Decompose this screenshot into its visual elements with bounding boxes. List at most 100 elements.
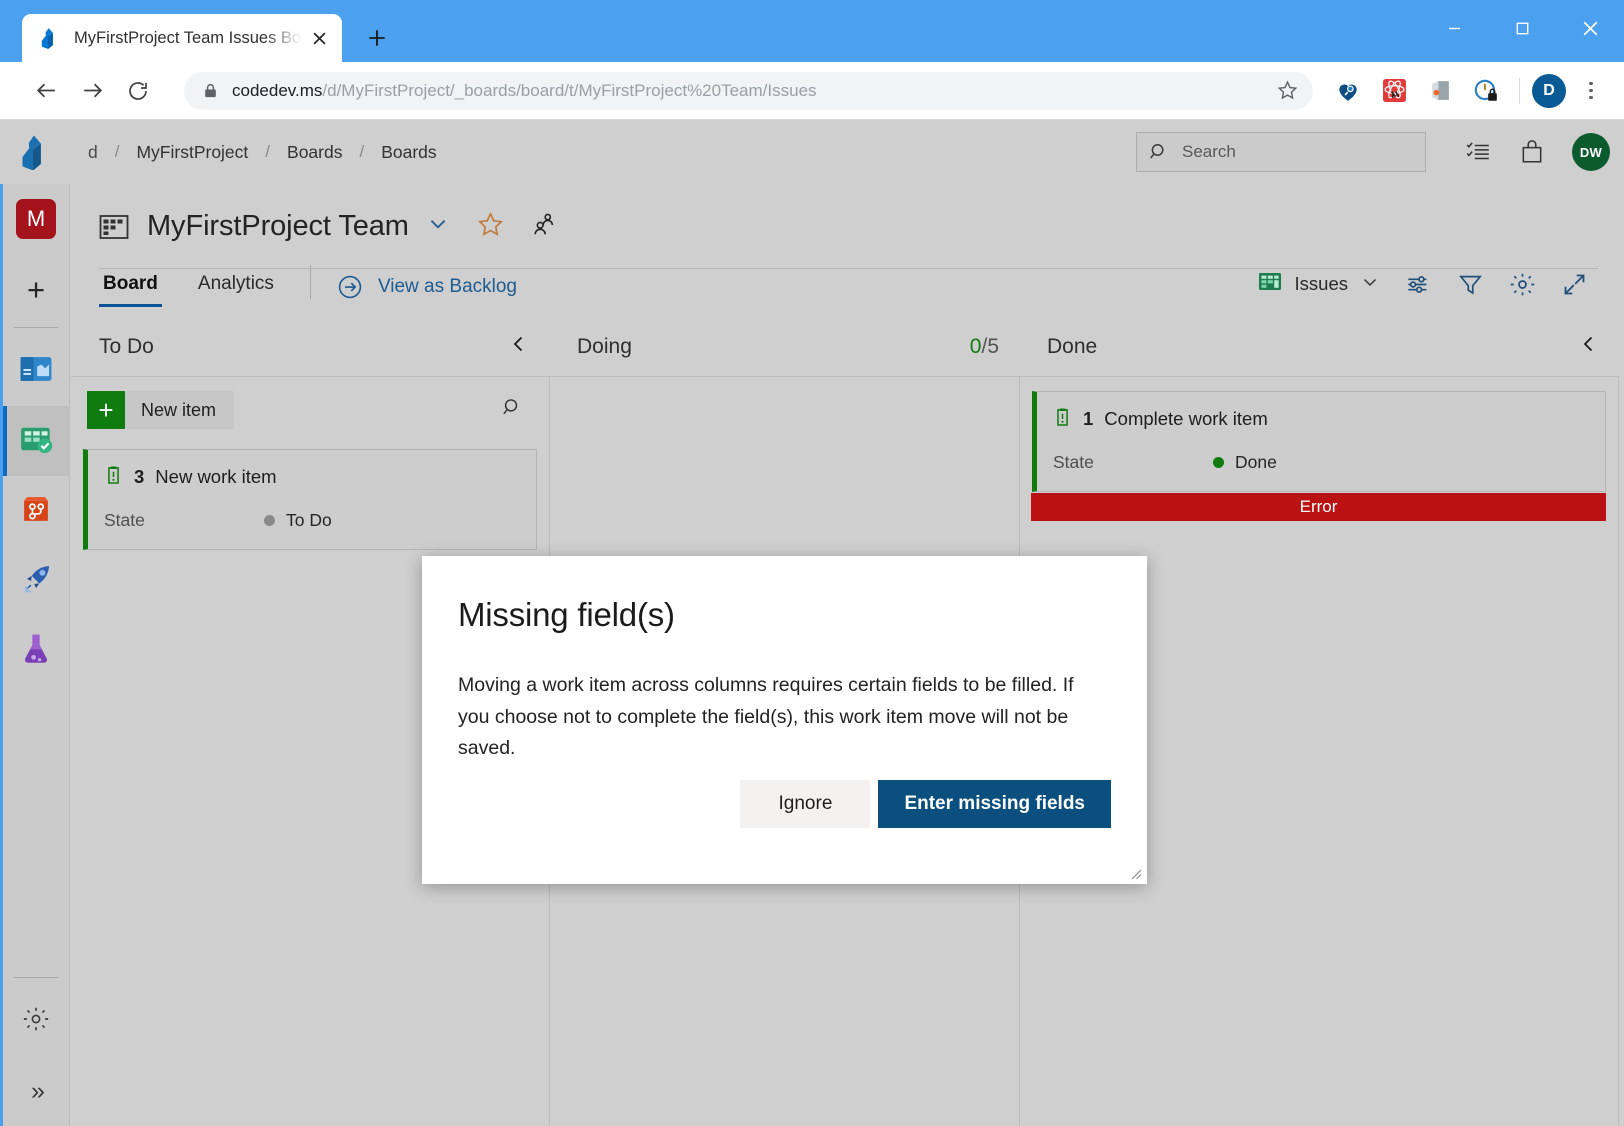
- breadcrumb-item-project[interactable]: MyFirstProject: [132, 142, 252, 163]
- card-field-label: State: [1053, 452, 1213, 473]
- missing-fields-dialog: Missing field(s) Moving a work item acro…: [422, 556, 1147, 884]
- dialog-actions: Ignore Enter missing fields: [740, 780, 1111, 828]
- privacy-badger-extension-icon[interactable]: [1465, 70, 1507, 112]
- enter-missing-fields-button[interactable]: Enter missing fields: [878, 780, 1111, 828]
- url-path: /d/MyFirstProject/_boards/board/t/MyFirs…: [322, 81, 816, 100]
- sidebar-add-button[interactable]: +: [3, 254, 70, 324]
- test-plans-flask-icon: [17, 630, 55, 673]
- heart-search-extension-icon[interactable]: [1327, 70, 1369, 112]
- column-collapse-chevron-left-icon[interactable]: [509, 334, 529, 360]
- window-close-button[interactable]: [1556, 0, 1624, 56]
- issue-icon: [104, 464, 123, 490]
- sidebar-item-overview[interactable]: [3, 336, 70, 406]
- url-host: codedev.ms: [232, 81, 322, 100]
- azdo-header-right: Search DW: [1136, 120, 1610, 184]
- sidebar-item-pipelines[interactable]: [3, 546, 70, 616]
- column-title: Done: [1047, 335, 1097, 359]
- column-search-icon[interactable]: [502, 397, 523, 423]
- issue-icon: [1053, 406, 1072, 432]
- marketplace-bag-icon[interactable]: [1508, 128, 1556, 176]
- resize-grip-icon[interactable]: [1126, 864, 1142, 880]
- browser-titlebar: MyFirstProject Team Issues Board: [0, 0, 1624, 62]
- tab-strip: MyFirstProject Team Issues Board: [0, 0, 398, 62]
- breadcrumb-item-page[interactable]: Boards: [377, 142, 440, 163]
- back-arrow-icon[interactable]: [26, 71, 66, 111]
- page-title: MyFirstProject Team: [147, 210, 409, 243]
- card-field-value: Done: [1213, 452, 1277, 473]
- sidebar-project-avatar[interactable]: M: [3, 184, 70, 254]
- search-placeholder: Search: [1182, 142, 1236, 162]
- breadcrumb-separator: /: [265, 142, 270, 162]
- sidebar-item-repos[interactable]: [3, 476, 70, 546]
- azure-devops-page: d / MyFirstProject / Boards / Boards Sea…: [0, 120, 1624, 1126]
- card-field-state: State Done: [1053, 452, 1587, 473]
- column-header: Doing 0/5: [549, 318, 1019, 376]
- new-item-label: New item: [141, 400, 216, 421]
- url-text: codedev.ms/d/MyFirstProject/_boards/boar…: [232, 81, 1267, 101]
- chevron-double-right-icon: »: [31, 1077, 41, 1106]
- user-avatar[interactable]: DW: [1572, 133, 1610, 171]
- column-wip-limit: 0/5: [970, 335, 999, 359]
- overview-icon: [17, 350, 55, 393]
- new-item-button[interactable]: + New item: [87, 391, 234, 429]
- sidebar-item-test-plans[interactable]: [3, 616, 70, 686]
- sidebar-item-project-settings[interactable]: [3, 986, 70, 1056]
- board-grid-icon: [99, 212, 129, 242]
- team-members-people-icon[interactable]: [530, 211, 556, 242]
- card-field-value: To Do: [264, 510, 332, 531]
- new-item-row: + New item: [71, 377, 549, 439]
- column-collapse-chevron-left-icon[interactable]: [1579, 334, 1599, 360]
- work-item-card[interactable]: 3 New work item State To Do: [83, 449, 537, 550]
- card-work-item-id: 3: [134, 466, 144, 488]
- wip-current: 0: [970, 335, 982, 358]
- project-sidebar: M +: [0, 184, 70, 1126]
- boards-icon: [17, 420, 55, 463]
- dialog-title: Missing field(s): [422, 556, 1147, 634]
- card-work-item-title: Complete work item: [1104, 408, 1267, 430]
- breadcrumb-item-hub[interactable]: Boards: [283, 142, 346, 163]
- kebab-menu-icon[interactable]: [1572, 72, 1610, 110]
- gear-icon: [22, 1005, 50, 1038]
- forward-arrow-icon[interactable]: [72, 71, 112, 111]
- search-input[interactable]: Search: [1136, 132, 1426, 172]
- tab-close-icon[interactable]: [306, 25, 332, 51]
- sidebar-divider: [14, 327, 58, 328]
- window-maximize-button[interactable]: [1488, 0, 1556, 56]
- lock-icon: [202, 82, 219, 99]
- view-as-backlog-label: View as Backlog: [378, 276, 517, 298]
- breadcrumb-item-organization[interactable]: d: [84, 142, 102, 163]
- column-header: Done: [1019, 318, 1619, 376]
- column-header: To Do: [71, 318, 549, 376]
- sidebar-expand-button[interactable]: »: [3, 1056, 70, 1126]
- task-list-icon[interactable]: [1454, 128, 1502, 176]
- onenote-clipper-extension-icon[interactable]: [1419, 70, 1461, 112]
- card-state-text: Done: [1235, 452, 1277, 473]
- react-devtools-extension-icon[interactable]: [1373, 70, 1415, 112]
- breadcrumb-separator: /: [115, 142, 120, 162]
- browser-tab[interactable]: MyFirstProject Team Issues Board: [22, 14, 342, 62]
- azure-devops-logo-icon[interactable]: [18, 134, 54, 170]
- bookmark-star-icon[interactable]: [1267, 73, 1307, 109]
- window-minimize-button[interactable]: [1420, 0, 1488, 56]
- address-bar[interactable]: codedev.ms/d/MyFirstProject/_boards/boar…: [184, 72, 1313, 110]
- browser-profile-avatar[interactable]: D: [1532, 74, 1566, 108]
- browser-window: MyFirstProject Team Issues Board: [0, 0, 1624, 1126]
- pipelines-rocket-icon: [17, 560, 55, 603]
- card-work-item-title: New work item: [155, 466, 276, 488]
- view-as-backlog-button[interactable]: View as Backlog: [337, 274, 517, 300]
- board-title-row: MyFirstProject Team: [71, 184, 1624, 243]
- toolbar-divider: [1519, 78, 1520, 104]
- team-picker-chevron-down-icon[interactable]: [427, 213, 449, 240]
- favorite-star-outline-icon[interactable]: [477, 211, 504, 243]
- tab-board[interactable]: Board: [99, 267, 162, 307]
- dialog-body-text: Moving a work item across columns requir…: [422, 634, 1147, 765]
- issues-board-icon: [1257, 269, 1283, 300]
- column-title: To Do: [99, 335, 154, 359]
- card-title-row: 1 Complete work item: [1053, 406, 1587, 432]
- tab-analytics[interactable]: Analytics: [194, 267, 278, 307]
- reload-icon[interactable]: [118, 71, 158, 111]
- sidebar-item-boards[interactable]: [3, 406, 70, 476]
- work-item-card[interactable]: 1 Complete work item State Done Error: [1032, 391, 1606, 492]
- new-tab-button[interactable]: [356, 17, 398, 59]
- ignore-button[interactable]: Ignore: [740, 780, 870, 828]
